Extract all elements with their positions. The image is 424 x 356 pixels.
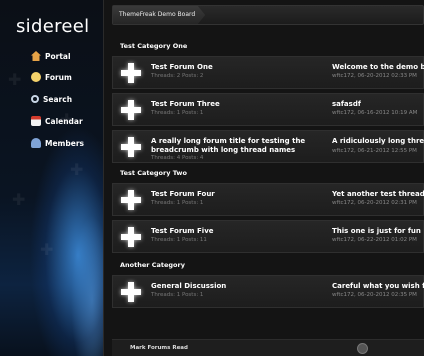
footer-bar: Mark Forums Read [112, 339, 424, 356]
last-post-meta: wftc172, 06-16-2012 10:19 AM [332, 110, 418, 116]
plus-icon[interactable] [121, 282, 141, 302]
sidebar-item-calendar[interactable]: Calendar [31, 113, 83, 129]
forum-row[interactable]: Test Forum Four Threads: 1 Posts: 1 Yet … [112, 183, 424, 216]
last-post-title[interactable]: Welcome to the demo board [332, 63, 424, 71]
last-post-meta: wftc172, 06-20-2012 02:31 PM [332, 200, 417, 206]
last-post-meta: wftc172, 06-20-2012 02:35 PM [332, 292, 417, 298]
forum-stats: Threads: 1 Posts: 11 [151, 237, 207, 243]
last-post-title[interactable]: Careful what you wish for [332, 282, 424, 290]
forum-title[interactable]: Test Forum Four [151, 190, 326, 199]
last-post-title[interactable]: This one is just for fun [332, 227, 424, 235]
last-post-meta: wftc172, 06-20-2012 02:33 PM [332, 73, 417, 79]
sidebar-item-members[interactable]: Members [31, 135, 84, 151]
category-test-category-two: Test Category Two Test Forum Four Thread… [112, 167, 424, 253]
forum-row[interactable]: Test Forum Three Threads: 1 Posts: 1 saf… [112, 93, 424, 126]
forum-stats: Threads: 4 Posts: 4 [151, 155, 204, 161]
scroll-top-button[interactable] [357, 343, 368, 354]
people-icon [31, 138, 41, 148]
home-icon [31, 51, 41, 61]
forum-stats: Threads: 1 Posts: 1 [151, 200, 204, 206]
forum-title[interactable]: Test Forum Three [151, 100, 326, 109]
category-title[interactable]: Test Category Two [112, 167, 424, 179]
sidebar-item-label: Members [45, 138, 84, 148]
forum-title[interactable]: Test Forum Five [151, 227, 326, 236]
main-content: ThemeFreak Demo Board Test Category One … [112, 0, 424, 356]
plus-icon[interactable] [121, 63, 141, 83]
plus-icon[interactable] [121, 100, 141, 120]
decorative-cross: ✚ [8, 70, 22, 89]
forum-row[interactable]: Test Forum One Threads: 2 Posts: 2 Welco… [112, 56, 424, 89]
sidebar-item-label: Calendar [45, 116, 83, 126]
plus-icon[interactable] [121, 190, 141, 210]
mark-forums-read-link[interactable]: Mark Forums Read [130, 345, 188, 351]
sidebar-item-label: Forum [45, 72, 72, 82]
forum-row[interactable]: A really long forum title for testing th… [112, 130, 424, 163]
forum-stats: Threads: 2 Posts: 2 [151, 73, 204, 79]
forum-stats: Threads: 1 Posts: 1 [151, 110, 204, 116]
category-title[interactable]: Another Category [112, 259, 424, 271]
decorative-cross: ✚ [40, 240, 54, 259]
sidebar: ✚ ✚ ✚ ✚ ✚ sidereel Portal Forum Search C… [0, 0, 104, 356]
last-post-title[interactable]: safasdf [332, 100, 424, 108]
calendar-icon [31, 116, 41, 126]
forum-title[interactable]: General Discussion [151, 282, 326, 291]
category-test-category-one: Test Category One Test Forum One Threads… [112, 40, 424, 163]
last-post-title[interactable]: Yet another test thread [332, 190, 424, 198]
breadcrumb-item-home[interactable]: ThemeFreak Demo Board [113, 6, 206, 24]
category-another-category: Another Category General Discussion Thre… [112, 259, 424, 308]
site-logo[interactable]: sidereel [16, 16, 89, 37]
sidebar-item-label: Portal [45, 51, 71, 61]
breadcrumb: ThemeFreak Demo Board [112, 5, 424, 25]
decorative-cross: ✚ [70, 160, 84, 179]
sidebar-item-label: Search [43, 94, 73, 104]
forum-row[interactable]: Test Forum Five Threads: 1 Posts: 11 Thi… [112, 220, 424, 253]
magnifier-icon [31, 95, 39, 103]
category-title[interactable]: Test Category One [112, 40, 424, 52]
forum-title[interactable]: Test Forum One [151, 63, 326, 72]
speech-bubble-icon [31, 72, 41, 82]
forum-title[interactable]: A really long forum title for testing th… [151, 137, 326, 155]
sidebar-item-search[interactable]: Search [31, 91, 72, 107]
forum-stats: Threads: 1 Posts: 1 [151, 292, 204, 298]
last-post-meta: wftc172, 06-22-2012 01:02 PM [332, 237, 417, 243]
plus-icon[interactable] [121, 227, 141, 247]
sidebar-item-forum[interactable]: Forum [31, 69, 72, 85]
decorative-cross: ✚ [12, 190, 26, 209]
forum-row[interactable]: General Discussion Threads: 1 Posts: 1 C… [112, 275, 424, 308]
sidebar-item-portal[interactable]: Portal [31, 48, 71, 64]
plus-icon[interactable] [121, 137, 141, 157]
last-post-title[interactable]: A ridiculously long thread for [332, 137, 424, 145]
last-post-meta: wftc172, 06-21-2012 12:55 PM [332, 148, 417, 154]
